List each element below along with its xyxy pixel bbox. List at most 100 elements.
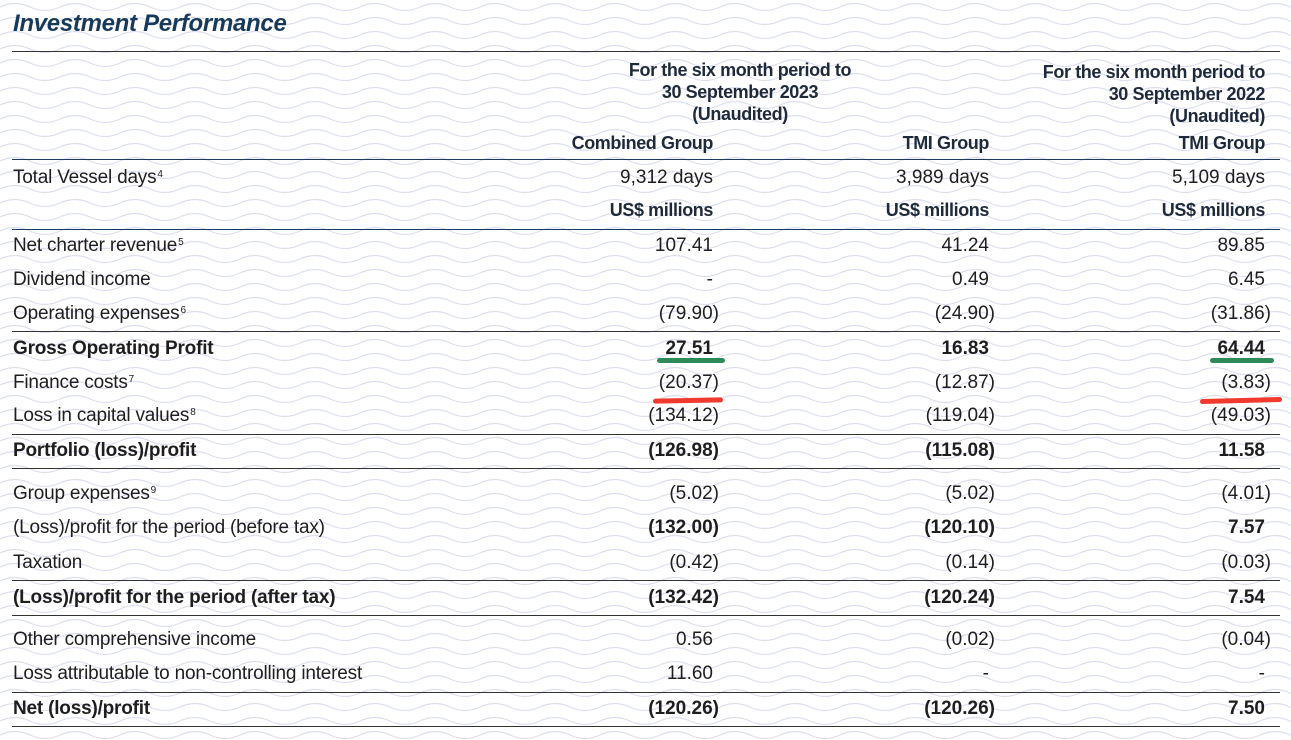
divider <box>12 331 1280 332</box>
column-header-tmi-2023: TMI Group <box>902 133 990 153</box>
cell-value: (119.04) <box>925 405 995 426</box>
cell-value: (79.90) <box>658 303 719 324</box>
table-row: Loss attributable to non-controlling int… <box>13 663 1273 693</box>
row-label: Gross Operating Profit <box>13 338 214 359</box>
table-row: Finance costs7 (20.37) (12.87) (3.83) <box>13 372 1273 402</box>
cell-value: US$ millions <box>885 200 990 220</box>
cell-value: 27.51 <box>665 338 713 359</box>
table-row: Total Vessel days4 9,312 days 3,989 days 5,… <box>13 167 1273 197</box>
table-row: Operating expenses6 (79.90) (24.90) (31.86) <box>13 303 1273 333</box>
cell-value: (24.90) <box>934 303 995 324</box>
cell-value: 41.24 <box>941 235 989 256</box>
cell-value: (0.14) <box>945 552 995 573</box>
table-row: Net charter revenue5 107.41 41.24 89.85 <box>13 235 1273 265</box>
cell-value: 5,109 days <box>1172 167 1265 188</box>
cell-value: - <box>1258 663 1265 684</box>
cell-value: 0.49 <box>952 269 989 290</box>
cell-value: (120.10) <box>924 517 995 538</box>
cell-value: 64.44 <box>1217 338 1265 359</box>
footnote-ref: 6 <box>180 305 186 316</box>
table-row: Gross Operating Profit 27.51 16.83 64.44 <box>13 338 1273 368</box>
table-row: Portfolio (loss)/profit (126.98) (115.08) 1… <box>13 440 1273 470</box>
footnote-ref: 4 <box>157 169 163 180</box>
cell-value: (20.37) <box>658 372 719 393</box>
cell-value: (126.98) <box>648 440 719 461</box>
divider <box>12 615 1280 616</box>
divider <box>12 692 1280 693</box>
cell-value: 9,312 days <box>620 167 713 188</box>
cell-value: (12.87) <box>934 372 995 393</box>
cell-value: 107.41 <box>654 235 713 256</box>
row-label: (Loss)/profit for the period (before tax… <box>13 517 325 538</box>
cell-value: 7.54 <box>1228 587 1265 608</box>
divider <box>12 159 1280 160</box>
table-row: Other comprehensive income 0.56 (0.02) (0.0… <box>13 629 1273 659</box>
cell-value: 11.58 <box>1218 440 1266 461</box>
footnote-ref: 7 <box>128 374 135 385</box>
header-line: (Unaudited) <box>1169 106 1265 126</box>
row-label: Net charter revenue5 <box>13 235 184 256</box>
divider <box>12 726 1280 727</box>
row-label: Loss attributable to non-controlling int… <box>13 663 363 684</box>
footnote-ref: 9 <box>150 485 157 496</box>
column-header-tmi-2022: TMI Group <box>1178 133 1266 153</box>
header-line: For the six month period to <box>628 60 852 80</box>
table-row: (Loss)/profit for the period (after tax)… <box>13 587 1273 617</box>
divider <box>12 468 1280 469</box>
cell-value: (5.02) <box>669 483 719 504</box>
cell-value: US$ millions <box>1161 200 1266 220</box>
row-label: Net (loss)/profit <box>13 698 150 719</box>
row-label: Operating expenses6 <box>13 303 186 324</box>
row-label: Other comprehensive income <box>13 629 256 650</box>
cell-value: - <box>982 663 989 684</box>
cell-value: 6.45 <box>1228 269 1265 290</box>
divider <box>12 434 1280 435</box>
cell-value: (4.01) <box>1221 483 1271 504</box>
divider <box>12 580 1280 581</box>
cell-value: - <box>706 269 713 290</box>
cell-value: (0.02) <box>945 629 995 650</box>
table-row: US$ millions US$ millions US$ millions <box>13 200 1273 230</box>
cell-value: 16.83 <box>941 338 989 359</box>
row-label: Loss in capital values8 <box>13 405 196 426</box>
cell-value: (120.26) <box>648 698 719 719</box>
table-row: Taxation (0.42) (0.14) (0.03) <box>13 552 1273 582</box>
column-header-combined-2023: Combined Group <box>571 133 714 153</box>
cell-value: 7.50 <box>1228 698 1265 719</box>
footnote-ref: 8 <box>190 407 196 418</box>
table-row: Group expenses9 (5.02) (5.02) (4.01) <box>13 483 1273 513</box>
cell-value: (0.03) <box>1221 552 1271 573</box>
cell-value: (115.08) <box>925 440 995 461</box>
header-line: (Unaudited) <box>692 104 788 124</box>
cell-value: US$ millions <box>609 200 714 220</box>
cell-value: (31.86) <box>1210 303 1271 324</box>
divider <box>12 51 1280 52</box>
cell-value: (120.24) <box>924 587 995 608</box>
row-label: Group expenses9 <box>13 483 157 504</box>
period-header-2023: For the six month period to 30 September… <box>590 59 890 125</box>
cell-value: 11.60 <box>666 663 713 684</box>
cell-value: 3,989 days <box>896 167 989 188</box>
table-row: Dividend income - 0.49 6.45 <box>13 269 1273 299</box>
cell-value: (0.04) <box>1221 629 1271 650</box>
row-label: Total Vessel days4 <box>13 167 163 188</box>
row-label: Portfolio (loss)/profit <box>13 440 197 461</box>
row-label: Finance costs7 <box>13 372 135 393</box>
cell-value: (134.12) <box>648 405 719 426</box>
cell-value: (3.83) <box>1221 372 1271 393</box>
cell-value: 0.56 <box>676 629 713 650</box>
header-line: For the six month period to <box>1042 62 1266 82</box>
divider <box>12 229 1280 230</box>
cell-value: 7.57 <box>1228 517 1265 538</box>
table-row: Loss in capital values8 (134.12) (119.04) (… <box>13 405 1273 435</box>
cell-value: (120.26) <box>924 698 995 719</box>
table-row: Net (loss)/profit (120.26) (120.26) 7.50 <box>13 698 1273 728</box>
cell-value: (5.02) <box>945 483 995 504</box>
table-row: (Loss)/profit for the period (before tax… <box>13 517 1273 547</box>
page-title: Investment Performance <box>13 10 287 37</box>
cell-value: 89.85 <box>1217 235 1265 256</box>
row-label: Dividend income <box>13 269 151 290</box>
row-label: (Loss)/profit for the period (after tax) <box>13 587 336 608</box>
cell-value: (132.42) <box>648 587 719 608</box>
footnote-ref: 5 <box>178 237 184 248</box>
